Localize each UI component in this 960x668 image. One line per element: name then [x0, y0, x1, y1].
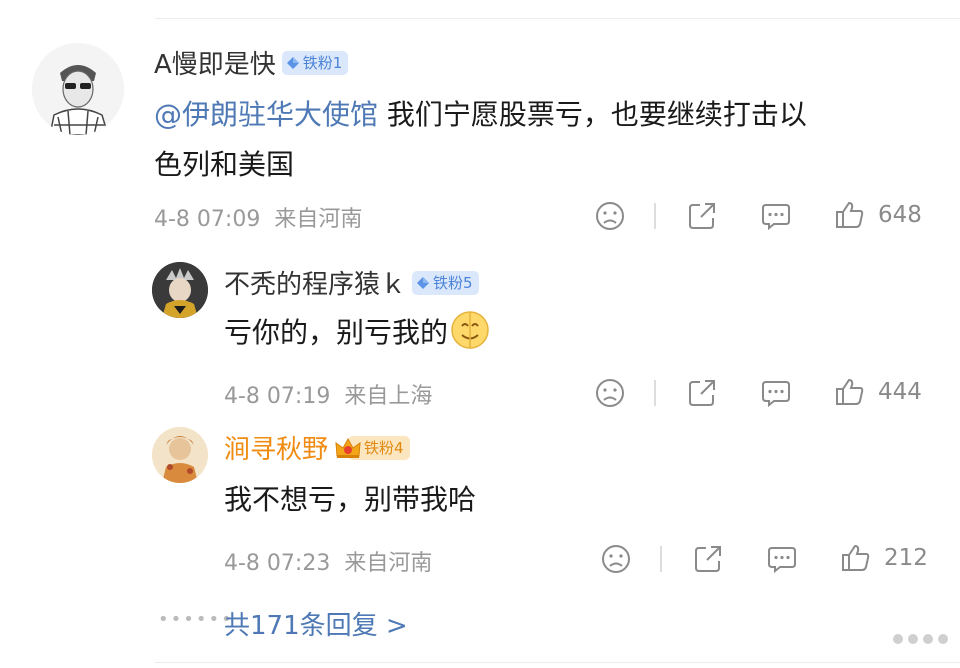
action-separator	[660, 546, 662, 572]
like-count: 212	[884, 545, 928, 571]
fan-badge: 铁粉1	[281, 50, 349, 75]
fan-badge: 铁粉5	[412, 270, 479, 295]
reply-text: 亏你的，别亏我的	[224, 308, 490, 358]
comment-icon	[762, 204, 790, 231]
reply-text-content: 亏你的，别亏我的	[224, 316, 449, 349]
reply-meta: 4-8 07:23 来自河南	[224, 545, 432, 577]
diamond-icon	[417, 276, 430, 289]
like-icon	[836, 201, 864, 228]
comment-username[interactable]: A慢即是快 铁粉1	[154, 44, 349, 81]
like-icon	[842, 544, 870, 571]
avatar[interactable]	[152, 262, 208, 318]
comment-text-line2: 色列和美国	[154, 148, 295, 181]
comment-meta: 4-8 07:09 来自河南	[154, 201, 362, 233]
like-count: 648	[878, 202, 922, 228]
comment-button[interactable]	[760, 377, 792, 409]
share-icon	[695, 546, 721, 572]
dislike-icon	[602, 545, 630, 573]
comment-icon	[768, 547, 796, 574]
crown-icon	[335, 437, 361, 458]
action-separator	[654, 380, 656, 406]
watermark-dots	[888, 634, 948, 644]
comment-text-line1: 我们宁愿股票亏，也要继续打击以	[378, 98, 807, 131]
diamond-icon	[286, 56, 299, 69]
dislike-button[interactable]	[594, 377, 626, 409]
badge-label: 铁粉4	[364, 439, 404, 457]
like-icon	[836, 378, 864, 405]
badge-label: 铁粉5	[433, 274, 473, 292]
reply-text-content: 我不想亏，别带我哈	[224, 483, 477, 516]
dislike-button[interactable]	[600, 543, 632, 575]
share-icon	[689, 380, 715, 406]
comment-text: @伊朗驻华大使馆 我们宁愿股票亏，也要继续打击以 色列和美国	[154, 90, 944, 190]
reply-text: 我不想亏，别带我哈	[224, 475, 476, 525]
comment-time: 4-8 07:09	[154, 207, 261, 232]
comment-icon	[762, 381, 790, 408]
dislike-button[interactable]	[594, 200, 626, 232]
emoji-icon	[451, 311, 489, 349]
share-button[interactable]	[686, 377, 718, 409]
badge-label: 铁粉1	[302, 54, 343, 72]
like-button[interactable]: 212	[840, 542, 928, 574]
reply-time: 4-8 07:23	[224, 551, 331, 576]
reply-meta: 4-8 07:19 来自上海	[224, 378, 432, 410]
like-button[interactable]: 444	[834, 376, 922, 408]
dislike-icon	[596, 379, 624, 407]
more-replies-dots: ••••••	[158, 609, 234, 630]
reply-username[interactable]: 不秃的程序猿ｋ 铁粉5	[224, 264, 479, 301]
reply-location: 来自上海	[344, 384, 433, 409]
share-icon	[689, 203, 715, 229]
avatar[interactable]	[152, 427, 208, 483]
share-button[interactable]	[686, 200, 718, 232]
comment-button[interactable]	[760, 200, 792, 232]
username-text[interactable]: 涧寻秋野	[224, 435, 328, 465]
fan-badge: 铁粉4	[335, 435, 410, 460]
bottom-divider	[155, 662, 960, 663]
mention-link[interactable]: @伊朗驻华大使馆	[154, 98, 378, 131]
more-replies-link[interactable]: 共171条回复 >	[224, 605, 408, 642]
username-text[interactable]: A慢即是快	[154, 50, 276, 80]
comment-button[interactable]	[766, 543, 798, 575]
action-separator	[654, 203, 656, 229]
username-text[interactable]: 不秃的程序猿ｋ	[224, 270, 406, 300]
dislike-icon	[596, 202, 624, 230]
share-button[interactable]	[692, 543, 724, 575]
like-button[interactable]: 648	[834, 199, 922, 231]
like-count: 444	[878, 379, 922, 405]
avatar[interactable]	[32, 43, 124, 135]
reply-time: 4-8 07:19	[224, 384, 331, 409]
reply-location: 来自河南	[344, 551, 433, 576]
reply-username[interactable]: 涧寻秋野 铁粉4	[224, 429, 410, 466]
comment-location: 来自河南	[274, 207, 363, 232]
top-divider	[155, 18, 960, 19]
